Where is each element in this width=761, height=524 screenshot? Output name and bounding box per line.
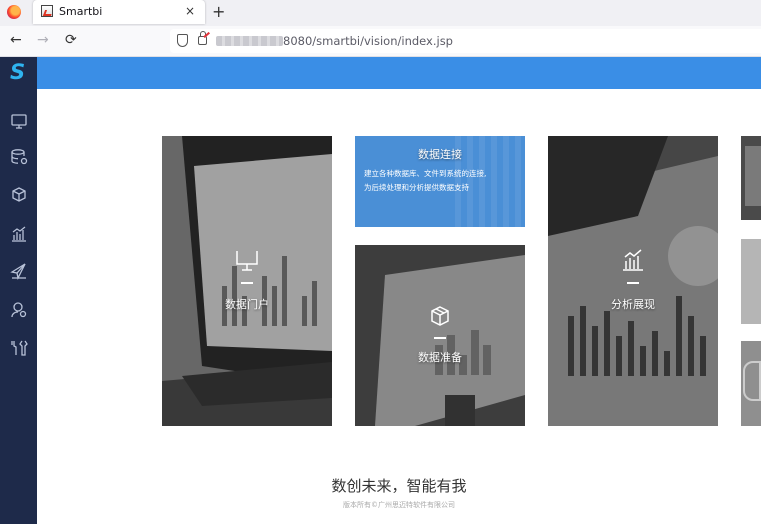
- tile-divider: [241, 282, 253, 284]
- url-text: 8080/smartbi/vision/index.jsp: [283, 34, 453, 48]
- back-button[interactable]: ←: [10, 32, 22, 48]
- sidebar-item-prepare[interactable]: [9, 185, 29, 205]
- desk-photo: [355, 245, 525, 426]
- browser-tab-bar: Smartbi × +: [0, 0, 761, 26]
- bar-chart-icon: [12, 226, 26, 242]
- tile-title: 数据连接: [418, 148, 462, 161]
- cube-icon: [431, 306, 449, 326]
- slogan: 数创未来，智能有我: [331, 477, 467, 495]
- tab-favicon-icon: [41, 5, 53, 17]
- send-icon: [10, 263, 26, 280]
- tile-label: 分析展现: [611, 298, 655, 311]
- sidebar-item-tools[interactable]: [9, 338, 29, 358]
- smartbi-logo[interactable]: S: [0, 57, 37, 89]
- forward-button[interactable]: →: [37, 32, 49, 48]
- logo-text: S: [10, 60, 26, 84]
- tile-label: 数据准备: [418, 351, 462, 364]
- monitor-icon: [11, 114, 27, 129]
- new-tab-button[interactable]: +: [212, 2, 225, 21]
- laptop-photo: [162, 136, 332, 426]
- tile-data-portal[interactable]: 数据门户: [162, 136, 332, 426]
- tile-desc-line: 建立各种数据库、文件到系统的连接,: [364, 169, 487, 178]
- cube-icon: [12, 187, 26, 202]
- copyright: 版本所有©广州思迈特软件有限公司: [343, 501, 455, 509]
- tile-divider: [627, 282, 639, 284]
- firefox-logo-icon[interactable]: [7, 5, 21, 19]
- tile-partial[interactable]: [741, 341, 761, 426]
- sidebar-item-data[interactable]: [9, 147, 29, 167]
- tab-title: Smartbi: [59, 5, 103, 18]
- insecure-lock-icon[interactable]: [198, 31, 207, 45]
- monitor-icon: [236, 251, 258, 271]
- tools-icon: [11, 340, 28, 356]
- tile-desc-line: 为后续处理和分析提供数据支持: [364, 183, 469, 192]
- sidebar-item-publish[interactable]: [9, 261, 29, 281]
- tile-partial[interactable]: [741, 136, 761, 220]
- browser-toolbar: ← → ⟳ 8080/smartbi/vision/index.jsp: [0, 26, 761, 57]
- tile-data-preparation[interactable]: 数据准备: [355, 245, 525, 426]
- tile-analysis[interactable]: 分析展现: [548, 136, 718, 426]
- tile-data-connection[interactable]: 数据连接 建立各种数据库、文件到系统的连接, 为后续处理和分析提供数据支持: [355, 136, 525, 227]
- sidebar-item-analysis[interactable]: [9, 224, 29, 244]
- app-header-bar: [0, 57, 761, 89]
- tile-label: 数据门户: [225, 298, 269, 311]
- tile-partial[interactable]: [741, 239, 761, 324]
- tab-close-icon[interactable]: ×: [185, 4, 195, 18]
- main-content: 数据门户 数据连接 建立各种数据库、文件到系统的连接, 为后续处理和分析提供数据…: [37, 89, 761, 524]
- sidebar: [0, 89, 37, 524]
- tile-description: 建立各种数据库、文件到系统的连接, 为后续处理和分析提供数据支持: [364, 167, 486, 195]
- charts-photo: [548, 136, 718, 426]
- user-settings-icon: [11, 302, 27, 318]
- reload-button[interactable]: ⟳: [65, 32, 77, 48]
- browser-tab[interactable]: Smartbi ×: [33, 0, 205, 24]
- url-redacted-host: [216, 36, 283, 46]
- tracking-shield-icon[interactable]: [177, 34, 188, 47]
- address-bar[interactable]: 8080/smartbi/vision/index.jsp: [170, 29, 761, 53]
- database-icon: [11, 149, 28, 165]
- tile-divider: [434, 337, 446, 339]
- bar-chart-icon: [623, 249, 643, 271]
- sidebar-item-portal[interactable]: [9, 111, 29, 131]
- sidebar-item-system[interactable]: [9, 300, 29, 320]
